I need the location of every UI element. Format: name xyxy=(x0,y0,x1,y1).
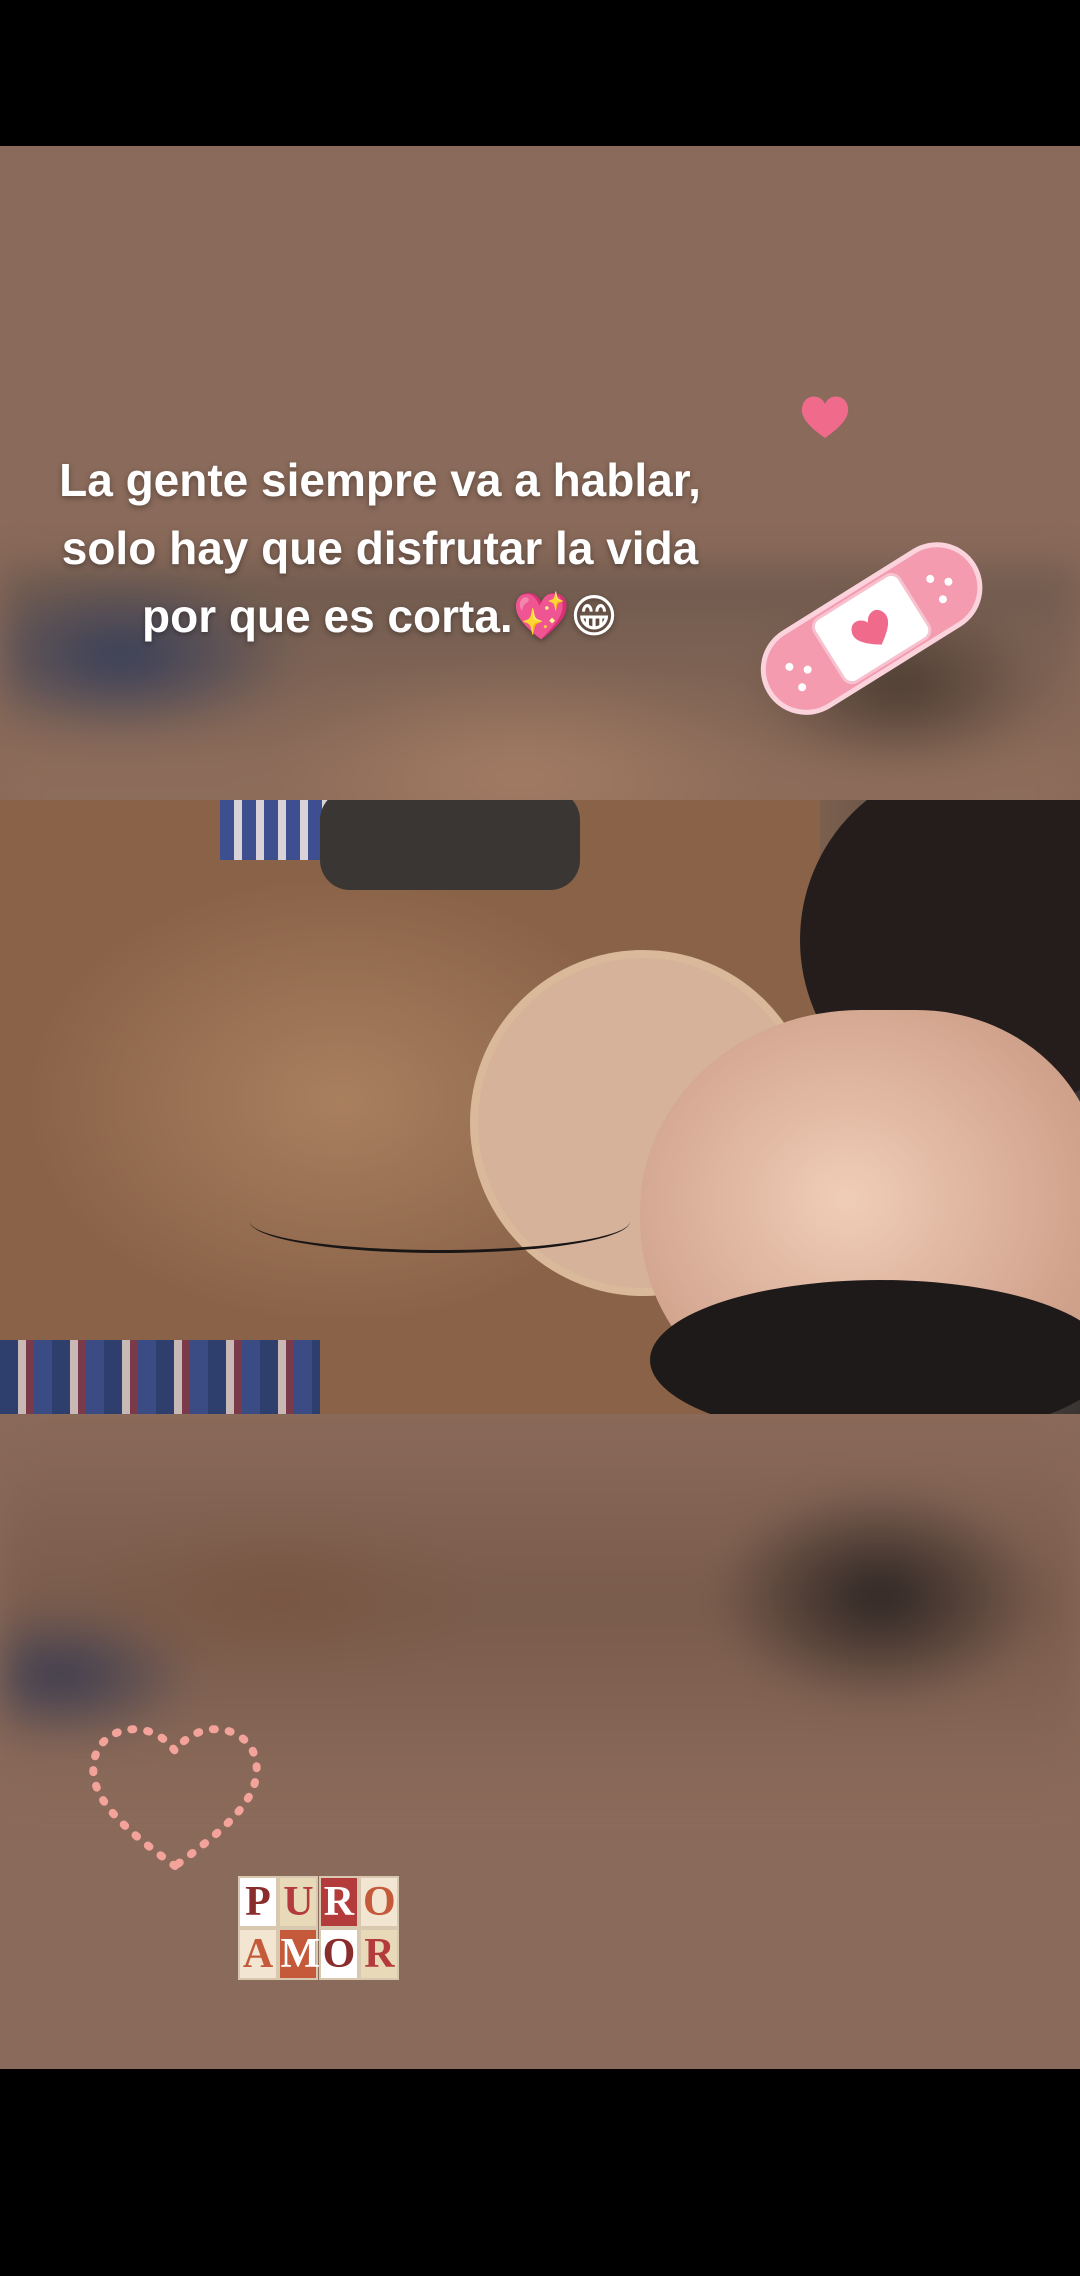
caption-text: La gente siempre va a hablar, solo hay q… xyxy=(30,446,730,650)
caption-line-3: por que es corta.💖😁 xyxy=(30,582,730,650)
top-black-bar xyxy=(0,0,1080,146)
photo-dark-fabric xyxy=(320,800,580,890)
sticker-letter: R xyxy=(318,1876,359,1928)
sticker-letter: U xyxy=(278,1876,319,1928)
bandage-heart-icon xyxy=(760,542,983,715)
sticker-letter: M xyxy=(278,1928,320,1980)
caption-emoji: 💖😁 xyxy=(512,589,618,643)
photo-canvas: La gente siempre va a hablar, solo hay q… xyxy=(0,146,1080,2069)
caption-line-1: La gente siempre va a hablar, xyxy=(59,454,701,506)
puro-amor-sticker: P U R O A M O R xyxy=(238,1876,400,1980)
photo-earbud-cable xyxy=(250,1190,630,1253)
sticker-letter: R xyxy=(359,1928,400,1980)
sticker-letter: O xyxy=(359,1876,400,1928)
small-heart-icon xyxy=(801,396,849,438)
sticker-letter: P xyxy=(238,1876,278,1928)
photo-pillow xyxy=(0,1340,320,1414)
bottom-black-bar xyxy=(0,2069,1080,2276)
caption-line-3-text: por que es corta. xyxy=(142,590,513,642)
sticker-word-2: A M O R xyxy=(238,1928,400,1980)
sticker-word-1: P U R O xyxy=(238,1876,400,1928)
sticker-letter: O xyxy=(318,1928,359,1980)
main-photo xyxy=(0,800,1080,1414)
sticker-letter: A xyxy=(238,1928,278,1980)
caption-line-2: solo hay que disfrutar la vida xyxy=(61,522,699,574)
dotted-heart-icon xyxy=(89,1725,261,1871)
